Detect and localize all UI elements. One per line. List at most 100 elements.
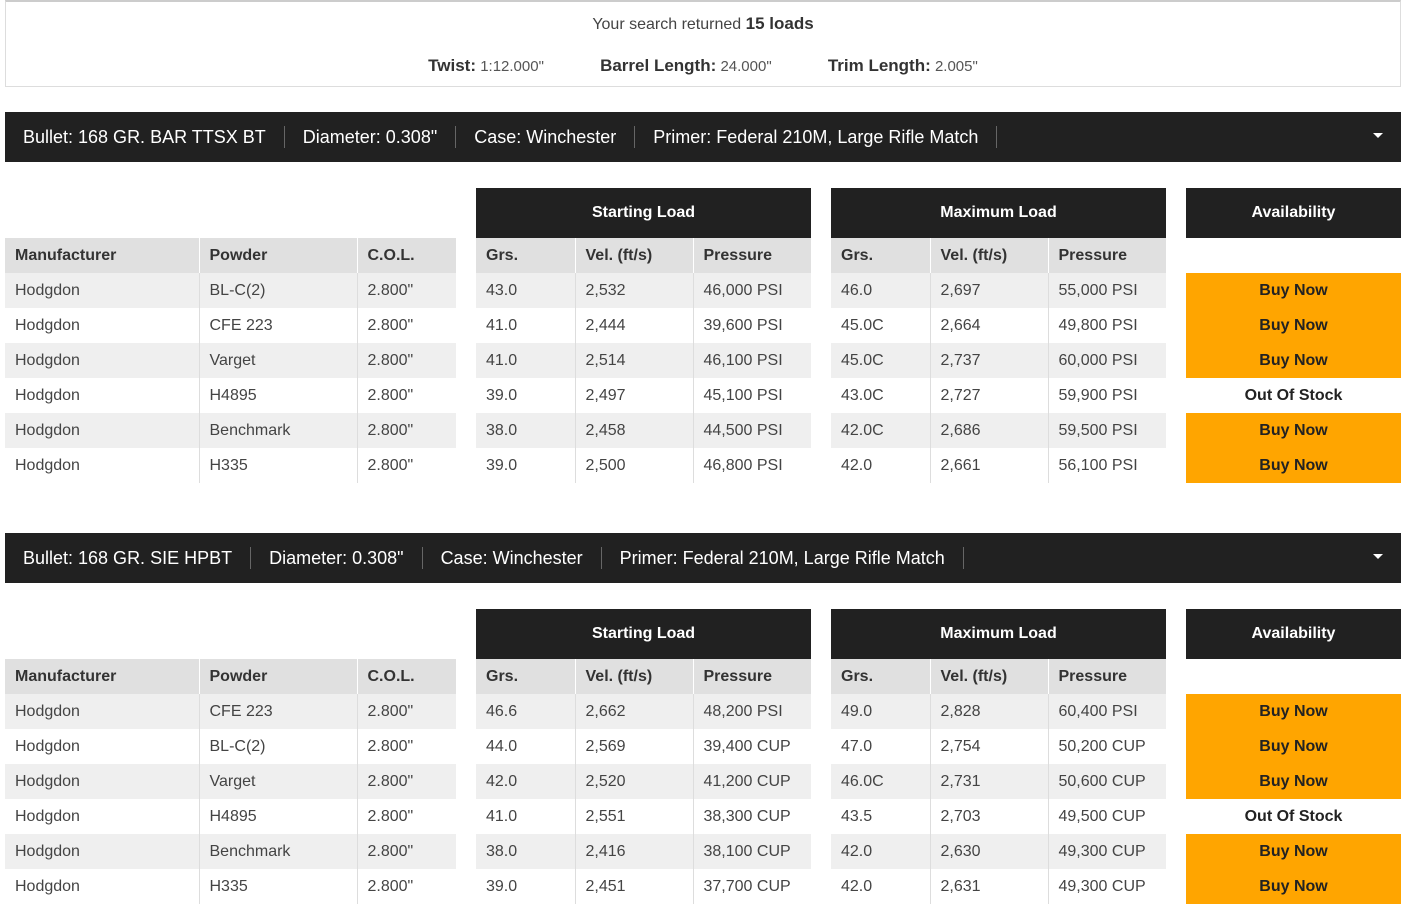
availability-header: Availability <box>1186 609 1401 659</box>
table-cell: 37,700 CUP <box>693 869 811 904</box>
table-cell: 42.0 <box>476 764 576 799</box>
table-cell: 46.6 <box>476 694 576 729</box>
out-of-stock-label: Out Of Stock <box>1186 799 1401 834</box>
table-cell: 2,451 <box>575 869 694 904</box>
table-cell: 2.800" <box>357 834 456 869</box>
table-cell: 2,500 <box>575 448 694 483</box>
spec-barrel-length: Barrel Length: 24.000" <box>600 56 772 76</box>
table-row: Hodgdon BL-C(2) 2.800" <box>5 273 456 308</box>
table-cell: Varget <box>199 764 358 799</box>
table-cell: H4895 <box>199 799 358 834</box>
buy-now-button[interactable]: Buy Now <box>1186 869 1401 904</box>
table-row: 38.0 2,458 44,500 PSI <box>476 413 811 448</box>
table-cell: 46.0C <box>831 764 931 799</box>
table-row: 39.0 2,497 45,100 PSI <box>476 378 811 413</box>
table-cell: 39.0 <box>476 869 576 904</box>
case-label: Case: Winchester <box>423 547 602 569</box>
buy-now-button[interactable]: Buy Now <box>1186 448 1401 483</box>
table-cell: Hodgdon <box>5 694 200 729</box>
table-cell: 2,828 <box>930 694 1049 729</box>
maximum-load-header: Maximum Load <box>831 188 1166 238</box>
table-row: Hodgdon Benchmark 2.800" <box>5 834 456 869</box>
table-cell: Hodgdon <box>5 799 200 834</box>
table-cell: 2,520 <box>575 764 694 799</box>
table-cell: 2,569 <box>575 729 694 764</box>
table-row: 42.0 2,631 49,300 CUP <box>831 869 1166 904</box>
table-row: 41.0 2,514 46,100 PSI <box>476 343 811 378</box>
table-cell: Hodgdon <box>5 869 200 904</box>
table-cell: 2,514 <box>575 343 694 378</box>
table-cell: 39.0 <box>476 448 576 483</box>
result-count: 15 loads <box>745 14 814 33</box>
table-cell: 2,664 <box>930 308 1049 343</box>
buy-now-button[interactable]: Buy Now <box>1186 694 1401 729</box>
chevron-down-icon[interactable] <box>1373 554 1383 559</box>
spec-value: 1:12.000" <box>480 58 544 75</box>
table-row: 42.0 2,630 49,300 CUP <box>831 834 1166 869</box>
table-cell: Benchmark <box>199 834 358 869</box>
buy-now-button[interactable]: Buy Now <box>1186 343 1401 378</box>
out-of-stock-label: Out Of Stock <box>1186 378 1401 413</box>
table-cell: 48,200 PSI <box>693 694 811 729</box>
table-cell: 42.0 <box>831 834 931 869</box>
column-header: Vel. (ft/s) <box>575 238 694 273</box>
table-cell: CFE 223 <box>199 694 358 729</box>
diameter-label: Diameter: 0.308" <box>251 547 423 569</box>
table-cell: 44,500 PSI <box>693 413 811 448</box>
table-cell: 43.0C <box>831 378 931 413</box>
buy-now-button[interactable]: Buy Now <box>1186 273 1401 308</box>
table-cell: 45.0C <box>831 343 931 378</box>
column-header: Manufacturer <box>5 659 200 694</box>
table-cell: 41.0 <box>476 343 576 378</box>
table-cell: 44.0 <box>476 729 576 764</box>
load-group-header[interactable]: Bullet: 168 GR. SIE HPBT Diameter: 0.308"… <box>5 533 1401 583</box>
primer-label: Primer: Federal 210M, Large Rifle Match <box>602 547 964 569</box>
bullet-label: Bullet: 168 GR. BAR TTSX BT <box>5 126 285 148</box>
load-group-header[interactable]: Bullet: 168 GR. BAR TTSX BT Diameter: 0.3… <box>5 112 1401 162</box>
chevron-down-icon[interactable] <box>1373 133 1383 138</box>
powder-table: Manufacturer Powder C.O.L. Hodgdon BL-C(2) 2.… <box>5 238 456 483</box>
buy-now-button[interactable]: Buy Now <box>1186 834 1401 869</box>
spec-value: 2.005" <box>934 58 978 75</box>
table-cell: Hodgdon <box>5 378 200 413</box>
spec-label: Trim Length: <box>827 56 931 75</box>
buy-now-button[interactable]: Buy Now <box>1186 308 1401 343</box>
table-cell: 49,300 CUP <box>1048 869 1166 904</box>
table-cell: 41.0 <box>476 799 576 834</box>
table-cell: 46.0 <box>831 273 931 308</box>
column-header: Powder <box>199 659 358 694</box>
table-cell: 60,000 PSI <box>1048 343 1166 378</box>
table-cell: Benchmark <box>199 413 358 448</box>
table-cell: 2.800" <box>357 448 456 483</box>
table-cell: 38,300 CUP <box>693 799 811 834</box>
table-cell: 2,754 <box>930 729 1049 764</box>
starting-load-header: Starting Load <box>476 188 811 238</box>
column-header: Pressure <box>1048 238 1166 273</box>
buy-now-button[interactable]: Buy Now <box>1186 413 1401 448</box>
column-header: Vel. (ft/s) <box>930 659 1049 694</box>
table-cell: 2.800" <box>357 729 456 764</box>
table-row: 44.0 2,569 39,400 CUP <box>476 729 811 764</box>
buy-now-button[interactable]: Buy Now <box>1186 764 1401 799</box>
table-cell: CFE 223 <box>199 308 358 343</box>
column-header: Pressure <box>693 659 811 694</box>
table-cell: 2,661 <box>930 448 1049 483</box>
table-cell: 59,900 PSI <box>1048 378 1166 413</box>
table-cell: 2,532 <box>575 273 694 308</box>
table-cell: 2.800" <box>357 869 456 904</box>
case-label: Case: Winchester <box>456 126 636 148</box>
table-cell: Hodgdon <box>5 308 200 343</box>
buy-now-button[interactable]: Buy Now <box>1186 729 1401 764</box>
table-cell: 42.0C <box>831 413 931 448</box>
table-cell: 50,600 CUP <box>1048 764 1166 799</box>
table-cell: 39.0 <box>476 378 576 413</box>
column-header-row: Grs. Vel. (ft/s) Pressure <box>831 238 1166 273</box>
table-cell: 2.800" <box>357 273 456 308</box>
table-cell: 2,737 <box>930 343 1049 378</box>
table-cell: 46,100 PSI <box>693 343 811 378</box>
table-cell: H4895 <box>199 378 358 413</box>
column-header: C.O.L. <box>357 238 456 273</box>
table-cell: 2.800" <box>357 799 456 834</box>
powder-table: Manufacturer Powder C.O.L. Hodgdon CFE 223 2.… <box>5 659 456 904</box>
table-row: 49.0 2,828 60,400 PSI <box>831 694 1166 729</box>
